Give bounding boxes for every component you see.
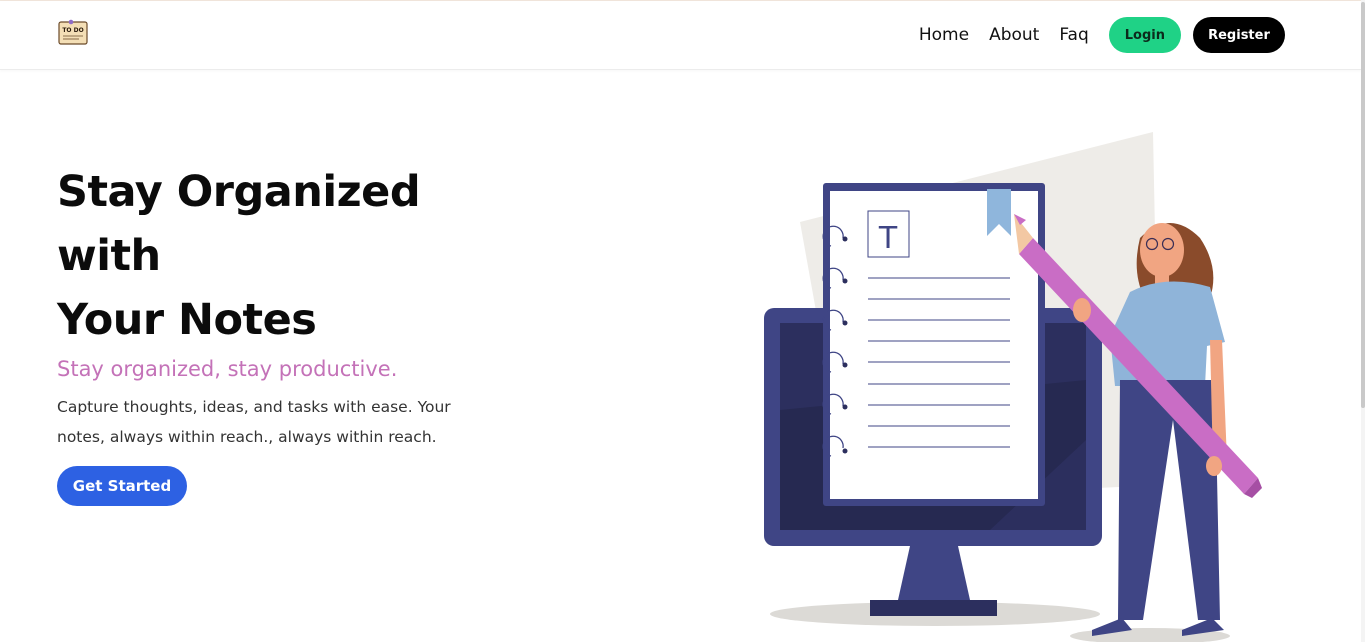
nav-link-faq[interactable]: Faq — [1059, 25, 1088, 45]
page-scrollbar[interactable] — [1361, 0, 1365, 642]
woman-hand — [1073, 298, 1091, 322]
monitor-stand — [898, 546, 970, 600]
hero-title: Stay Organized with Your Notes — [57, 160, 527, 352]
nav-link-about[interactable]: About — [989, 25, 1039, 45]
get-started-button[interactable]: Get Started — [57, 466, 187, 506]
note-letter: T — [878, 221, 898, 256]
register-button[interactable]: Register — [1193, 17, 1285, 53]
logo-text: TO DO — [62, 27, 83, 34]
nav-link-home[interactable]: Home — [919, 25, 969, 45]
notebook-page — [830, 191, 1038, 499]
hero-title-line2: Your Notes — [57, 295, 317, 345]
nav-links: Home About Faq Login Register — [919, 17, 1285, 53]
hero-description: Capture thoughts, ideas, and tasks with … — [57, 398, 451, 446]
hero-subtitle: Stay organized, stay productive. — [57, 357, 398, 381]
login-button[interactable]: Login — [1108, 17, 1181, 53]
navbar: TO DO Home About Faq Login Register — [0, 1, 1361, 70]
monitor-base — [870, 600, 997, 616]
scrollbar-thumb[interactable] — [1361, 2, 1365, 408]
hero-title-line1: Stay Organized with — [57, 167, 421, 281]
hero-section: Stay Organized with Your Notes Stay orga… — [57, 160, 527, 506]
todo-logo-icon[interactable]: TO DO — [57, 17, 89, 49]
notes-illustration: T — [764, 132, 1262, 642]
